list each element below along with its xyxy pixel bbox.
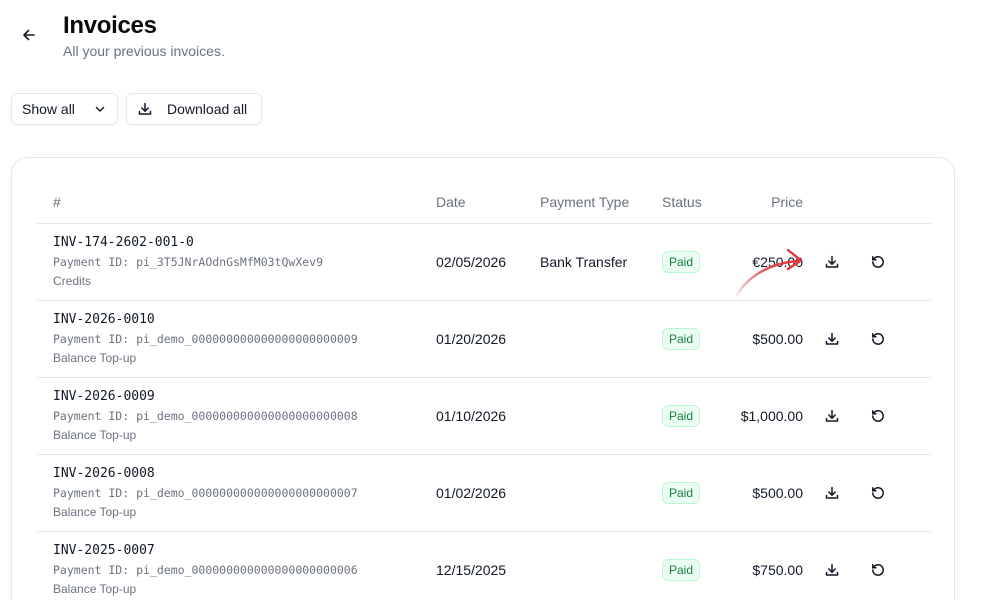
table-row: INV-2026-0008 Payment ID: pi_demo_000000… — [37, 454, 931, 532]
column-header-payment-type: Payment Type — [540, 182, 662, 224]
rotate-ccw-icon — [872, 409, 884, 422]
payment-type — [540, 377, 662, 455]
status-badge: Paid — [662, 250, 701, 273]
refund-invoice-button[interactable] — [867, 559, 889, 581]
download-invoice-button[interactable] — [821, 482, 843, 504]
table-header-row: # Date Payment Type Status Price — [37, 182, 931, 224]
payment-type — [540, 454, 662, 532]
download-invoice-button[interactable] — [821, 405, 843, 427]
invoice-price: $1,000.00 — [732, 377, 803, 455]
status-badge: Paid — [662, 327, 701, 350]
table-row: INV-2026-0010 Payment ID: pi_demo_000000… — [37, 300, 931, 378]
download-all-button[interactable]: Download all — [126, 93, 262, 125]
rotate-ccw-icon — [872, 563, 884, 576]
back-button[interactable] — [18, 24, 40, 46]
invoice-number: INV-2026-0009 — [53, 388, 155, 404]
invoice-category: Balance Top-up — [53, 427, 137, 442]
payment-id: Payment ID: pi_demo_00000000000000000000… — [53, 331, 358, 346]
invoice-number: INV-174-2602-001-0 — [53, 234, 194, 250]
filter-select-label: Show all — [22, 101, 75, 117]
toolbar: Show all Download all — [11, 93, 262, 125]
invoice-price: $500.00 — [732, 454, 803, 532]
page-title: Invoices — [63, 12, 157, 39]
invoice-number: INV-2026-0010 — [53, 311, 155, 327]
invoice-category: Balance Top-up — [53, 350, 137, 365]
invoice-price: $500.00 — [732, 300, 803, 378]
invoice-price: €250.00 — [732, 223, 803, 301]
invoice-number: INV-2026-0008 — [53, 465, 155, 481]
invoice-price: $750.00 — [732, 531, 803, 600]
invoice-date: 02/05/2026 — [436, 223, 540, 301]
refund-invoice-button[interactable] — [867, 405, 889, 427]
arrow-left-icon — [23, 29, 35, 41]
invoice-category: Credits — [53, 273, 92, 288]
payment-id: Payment ID: pi_demo_00000000000000000000… — [53, 485, 358, 500]
rotate-ccw-icon — [872, 332, 884, 345]
download-icon — [825, 486, 839, 499]
invoice-date: 01/10/2026 — [436, 377, 540, 455]
invoice-date: 12/15/2025 — [436, 531, 540, 600]
download-invoice-button[interactable] — [821, 328, 843, 350]
invoice-date: 01/20/2026 — [436, 300, 540, 378]
download-icon — [825, 332, 839, 345]
payment-id: Payment ID: pi_demo_00000000000000000000… — [53, 408, 358, 423]
column-header-status: Status — [662, 182, 732, 224]
download-invoice-button[interactable] — [821, 559, 843, 581]
payment-id: Payment ID: pi_3T5JNrAOdnGsMfM03tQwXev9 — [53, 254, 324, 269]
invoice-category: Balance Top-up — [53, 581, 137, 596]
refund-invoice-button[interactable] — [867, 251, 889, 273]
page-subtitle: All your previous invoices. — [63, 43, 225, 59]
rotate-ccw-icon — [872, 486, 884, 499]
column-header-date: Date — [436, 182, 540, 224]
download-icon — [825, 563, 839, 576]
column-header-price: Price — [732, 182, 803, 224]
invoice-number: INV-2025-0007 — [53, 542, 155, 558]
status-badge: Paid — [662, 481, 701, 504]
status-badge: Paid — [662, 404, 701, 427]
rotate-ccw-icon — [872, 255, 884, 268]
invoices-card: # Date Payment Type Status Price INV-174… — [11, 157, 955, 600]
download-icon — [138, 102, 152, 115]
download-icon — [825, 409, 839, 422]
payment-type — [540, 531, 662, 600]
invoice-category: Balance Top-up — [53, 504, 137, 519]
table-row: INV-2026-0009 Payment ID: pi_demo_000000… — [37, 377, 931, 455]
column-header-spacer — [893, 182, 931, 224]
table-row: INV-174-2602-001-0 Payment ID: pi_3T5JNr… — [37, 223, 931, 301]
table-row: INV-2025-0007 Payment ID: pi_demo_000000… — [37, 531, 931, 600]
download-all-label: Download all — [167, 101, 248, 117]
invoices-table: # Date Payment Type Status Price INV-174… — [37, 182, 931, 600]
refund-invoice-button[interactable] — [867, 328, 889, 350]
chevron-down-icon — [95, 106, 105, 112]
filter-select[interactable]: Show all — [11, 93, 118, 125]
download-icon — [825, 255, 839, 268]
column-header-number: # — [37, 182, 436, 224]
payment-type — [540, 300, 662, 378]
status-badge: Paid — [662, 558, 701, 581]
download-invoice-button[interactable] — [821, 251, 843, 273]
payment-type: Bank Transfer — [540, 223, 662, 301]
column-header-refund — [848, 182, 893, 224]
payment-id: Payment ID: pi_demo_00000000000000000000… — [53, 562, 358, 577]
invoice-date: 01/02/2026 — [436, 454, 540, 532]
column-header-download — [803, 182, 848, 224]
refund-invoice-button[interactable] — [867, 482, 889, 504]
